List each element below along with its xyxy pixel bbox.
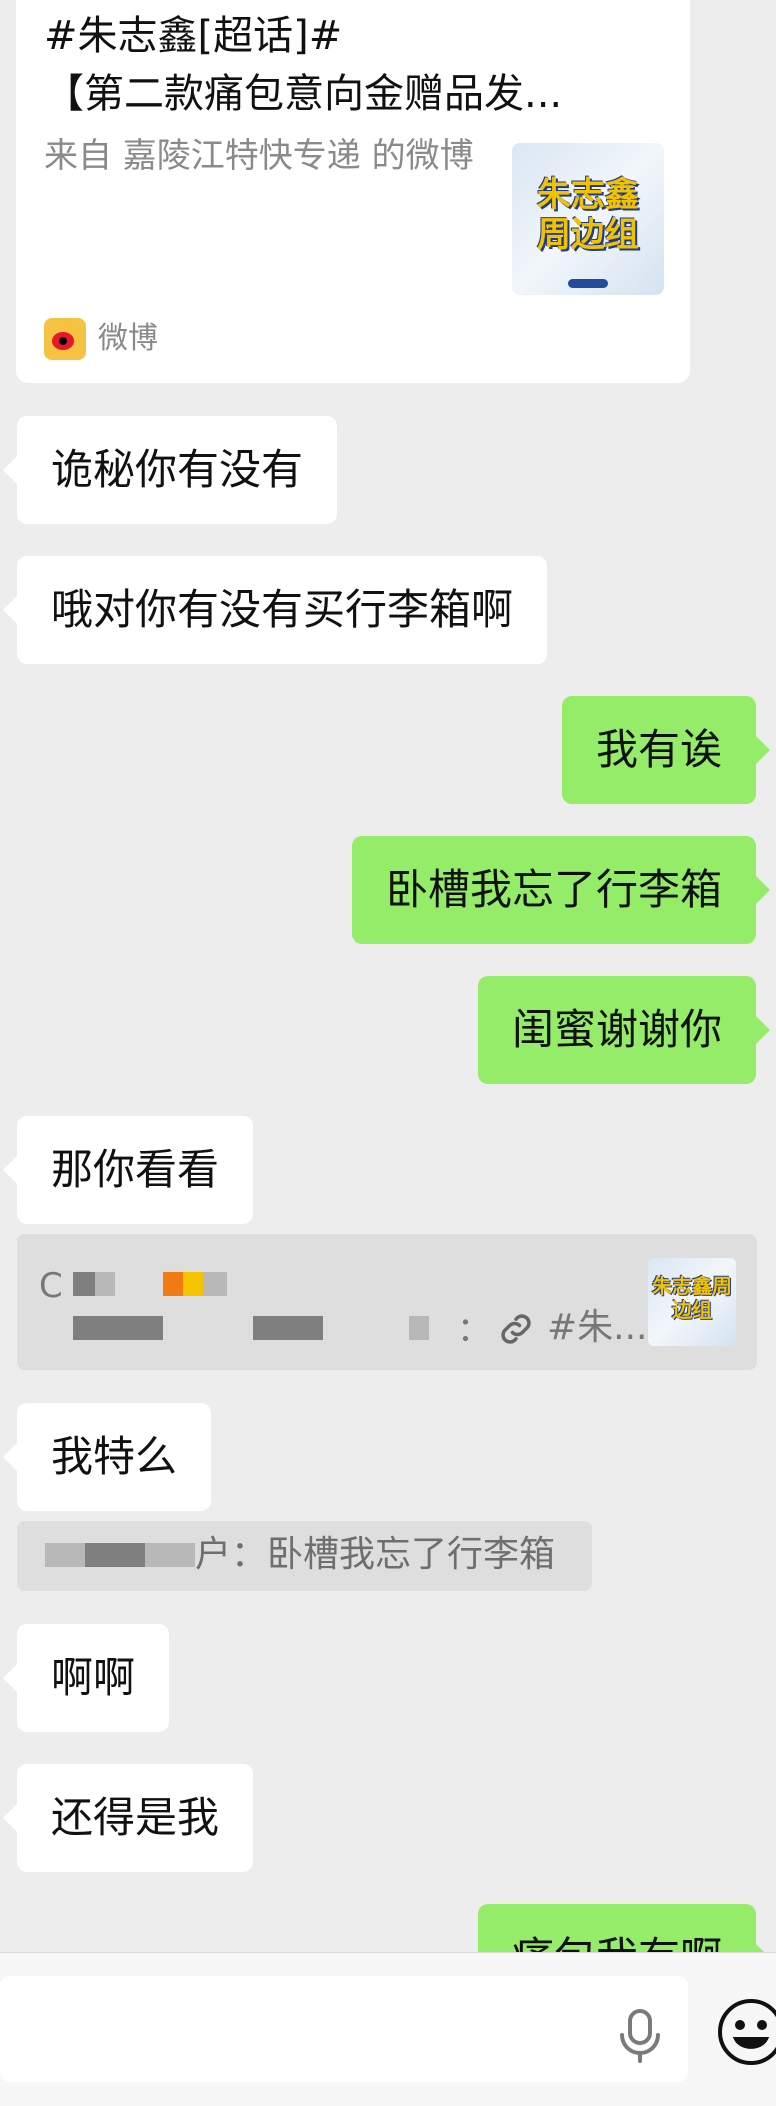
message-bubble[interactable]: 诡秘你有没有: [2, 416, 338, 524]
card-source-line: 来自 嘉陵江特快专递 的微博: [44, 136, 474, 176]
weibo-logo-icon: [44, 318, 86, 360]
card-title-line2: 【第二款痛包意向金赠品发...: [44, 71, 563, 117]
quote-thumbnail: 朱志鑫周边组: [648, 1258, 736, 1346]
quote-text: 户：卧槽我忘了行李箱: [195, 1534, 556, 1575]
message-bubble[interactable]: 还得是我: [2, 1764, 254, 1872]
message-bubble[interactable]: 我特么: [2, 1403, 212, 1511]
link-icon: [495, 1308, 537, 1350]
quote-link-text: #朱...: [547, 1307, 648, 1348]
card-thumbnail: 朱志鑫周边组: [512, 143, 664, 295]
emoji-icon[interactable]: [716, 1997, 776, 2067]
message-bubble[interactable]: 我有诶: [561, 696, 771, 804]
quote-prefix: C: [39, 1266, 63, 1306]
quote-separator: ：: [457, 1310, 491, 1350]
message-bubble[interactable]: 那你看看: [2, 1116, 254, 1224]
card-title-line1: #朱志鑫[超话]#: [44, 13, 343, 59]
thumbnail-button: [568, 279, 608, 288]
message-input[interactable]: [0, 1976, 688, 2082]
quoted-message[interactable]: 户：卧槽我忘了行李箱: [17, 1521, 592, 1591]
message-bubble[interactable]: 哦对你有没有买行李箱啊: [2, 556, 548, 664]
quote-thumbnail-title: 朱志鑫周边组: [652, 1274, 732, 1322]
thumbnail-title: 朱志鑫周边组: [537, 175, 639, 255]
microphone-icon[interactable]: [618, 2007, 662, 2063]
message-bubble[interactable]: 卧槽我忘了行李箱: [351, 836, 771, 944]
message-bubble[interactable]: 啊啊: [2, 1624, 170, 1732]
message-bubble[interactable]: 闺蜜谢谢你: [477, 976, 771, 1084]
card-app-name: 微博: [98, 321, 158, 356]
quoted-message[interactable]: C ： #朱...: [17, 1234, 757, 1370]
